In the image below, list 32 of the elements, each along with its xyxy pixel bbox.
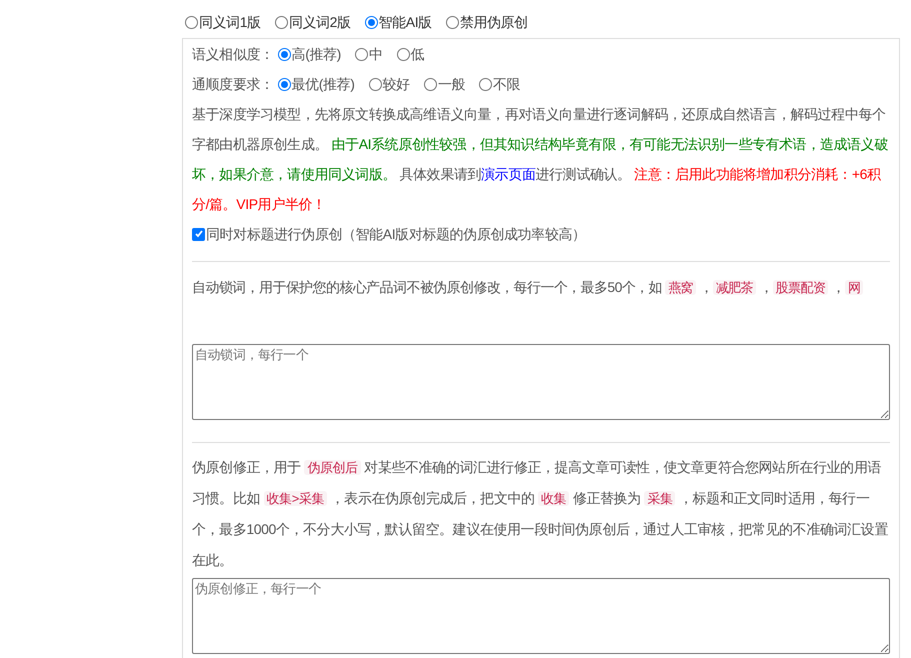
radio-button[interactable]: [354, 48, 368, 60]
radio-button[interactable]: [185, 16, 198, 29]
demo-page-link[interactable]: 演示页面: [481, 166, 536, 182]
mode-radio-option[interactable]: 智能AI版: [364, 12, 432, 33]
correction-description: 伪原创修正，用于 伪原创后 对某些不准确的词汇进行修正，提高文章可读性，使文章更符合您网站所在行业的用语习惯。比如 收集>采集 ，表示在伪原创完成后，把文中的 收集 修正替换为 采集 ，标题和正文同时适用，每行一个，最多1000个，不分大小写，默认留空。建议在使用一段时间伪原创后，通过人工审核，把常见的不准确词汇设置在此。: [192, 458, 889, 570]
radio-button[interactable]: [446, 16, 459, 29]
title-checkbox[interactable]: 同时对标题进行伪原创（智能AI版对标题的伪原创成功率较高）: [192, 219, 890, 249]
mode-radio-option[interactable]: 同义词1版: [185, 12, 261, 33]
setting-radio-option[interactable]: 最优(推荐): [278, 74, 355, 94]
radio-button[interactable]: [396, 48, 410, 60]
setting-radio-option[interactable]: 低: [396, 44, 424, 64]
radio-button[interactable]: [368, 78, 382, 90]
mode-radio-option[interactable]: 同义词2版: [274, 12, 351, 33]
radio-button[interactable]: [274, 16, 288, 29]
mode-radio-option[interactable]: 禁用伪原创: [446, 12, 528, 33]
setting-radio-option[interactable]: 高(推荐): [278, 44, 341, 64]
ai-description: 基于深度学习模型，先将原文转换成高维语义向量，再对语义向量进行逐词解码，还原成自然语言，解码过程中每个字都由机器原创生成。 由于AI系统原创性较强，但其知识结构毕竟有限，有可能无法识别一些专有术语，造成语义破坏，如果介意，请使用同义词版。 具体效果请到演示页面进行测试确认。 注意：启用此功能将增加积分消耗：+6积分/篇。VIP用户半价！: [192, 105, 889, 214]
lock-words-description: 自动锁词，用于保护您的核心产品词不被伪原创修改，每行一个，最多50个，如 燕窝 ， 减肥茶 ， 股票配资 ， 网: [192, 272, 890, 303]
radio-button[interactable]: [364, 16, 378, 29]
radio-button[interactable]: [278, 78, 291, 90]
setting-radio-option[interactable]: 较好: [368, 74, 410, 94]
setting-label: 语义相似度：: [192, 44, 274, 64]
setting-radio-option[interactable]: 中: [354, 44, 383, 64]
radio-button[interactable]: [278, 48, 291, 60]
radio-button[interactable]: [478, 78, 492, 90]
setting-radio-option[interactable]: 一般: [424, 74, 465, 94]
correction-field[interactable]: 伪原创修正，每行一个: [192, 578, 890, 654]
setting-label: 通顺度要求：: [192, 74, 274, 94]
radio-button[interactable]: [424, 78, 437, 90]
check-icon: [194, 229, 204, 239]
lock-words-field[interactable]: 自动锁词，每行一个: [192, 344, 890, 420]
setting-radio-option[interactable]: 不限: [478, 74, 520, 94]
